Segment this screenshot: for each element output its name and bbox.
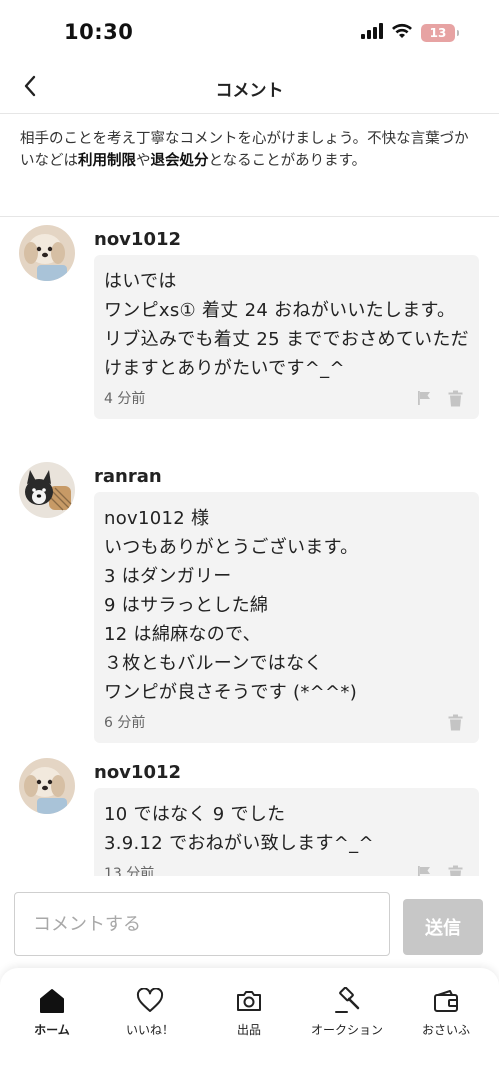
avatar[interactable] [19,225,75,281]
battery-icon: 13 [421,24,459,42]
tab-sell[interactable]: 出品 [201,986,297,1038]
page-title: コメント [215,81,284,101]
battery-level: 13 [429,26,447,40]
comment-text: 10 ではなく 9 でした 3.9.12 でおねがい致します^_^ [104,804,374,854]
comment-item: nov1012 10 ではなく 9 でした 3.9.12 でおねがい致します^_… [0,754,499,876]
wifi-icon [391,23,413,43]
comment-guideline-notice: 相手のことを考え丁寧なコメントを心がけましょう。不快な言葉づかいなどは利用制限や… [20,128,482,172]
bottom-tab-bar: ホーム いいね！ 出品 オークション おさいふ [0,968,499,1080]
notice-text-2: や [136,153,151,169]
gavel-icon [332,986,362,1016]
comment-text: はいでは ワンピxs① 着丈 24 おねがいいたします。 リブ込みでも着丈 25… [104,271,469,379]
trash-icon[interactable] [448,390,463,407]
comment-actions [416,865,469,876]
flag-icon[interactable] [416,390,432,406]
tab-label: ホーム [34,1023,70,1037]
comment-text: nov1012 様 いつもありがとうございます。 3 はダンガリー 9 はサラっ… [104,508,359,703]
comment-meta: 4 分前 [104,387,469,409]
tab-home[interactable]: ホーム [4,986,100,1038]
comment-item: ranran nov1012 様 いつもありがとうございます。 3 はダンガリー… [0,458,499,748]
nav-bar: コメント [0,64,499,114]
cellular-signal-icon [361,23,383,43]
trash-icon[interactable] [448,714,463,731]
comment-bubble: はいでは ワンピxs① 着丈 24 おねがいいたします。 リブ込みでも着丈 25… [94,255,479,419]
comment-actions [448,714,469,731]
tab-label: いいね！ [125,1023,174,1037]
tab-auction[interactable]: オークション [299,986,395,1038]
flag-icon[interactable] [416,865,432,876]
avatar[interactable] [19,758,75,814]
avatar[interactable] [19,462,75,518]
send-button[interactable]: 送信 [403,899,483,955]
comment-timestamp: 4 分前 [104,391,146,407]
comment-item: nov1012 はいでは ワンピxs① 着丈 24 おねがいいたします。 リブ込… [0,221,499,451]
tab-label: オークション [310,1023,383,1037]
heart-icon [135,986,165,1016]
comment-bubble: nov1012 様 いつもありがとうございます。 3 はダンガリー 9 はサラっ… [94,492,479,743]
tab-label: おさいふ [421,1023,470,1037]
comment-meta: 6 分前 [104,711,469,733]
comment-username[interactable]: ranran [94,466,162,487]
tab-label: 出品 [236,1023,261,1037]
comment-input[interactable] [14,892,390,956]
comment-timestamp: 6 分前 [104,715,146,731]
tab-wallet[interactable]: おさいふ [398,986,494,1038]
comment-username[interactable]: nov1012 [94,762,181,783]
comment-composer: 送信 [0,880,499,970]
comment-meta: 13 分前 [104,862,469,876]
trash-icon[interactable] [448,865,463,876]
comment-timestamp: 13 分前 [104,866,155,876]
notice-account-removal: 退会処分 [150,153,209,169]
status-time: 10:30 [64,20,134,44]
tab-likes[interactable]: いいね！ [102,986,198,1038]
comment-username[interactable]: nov1012 [94,229,181,250]
wallet-icon [431,986,461,1016]
camera-icon [234,986,264,1016]
status-bar: 10:30 13 [0,0,499,64]
comment-actions [416,390,469,407]
notice-text-3: となることがあります。 [208,153,367,169]
home-icon [37,986,67,1016]
comment-list[interactable]: nov1012 はいでは ワンピxs① 着丈 24 おねがいいたします。 リブ込… [0,217,499,876]
status-icons: 13 [361,23,459,43]
comment-bubble: 10 ではなく 9 でした 3.9.12 でおねがい致します^_^ 13 分前 [94,788,479,876]
notice-usage-restriction: 利用制限 [78,153,136,169]
